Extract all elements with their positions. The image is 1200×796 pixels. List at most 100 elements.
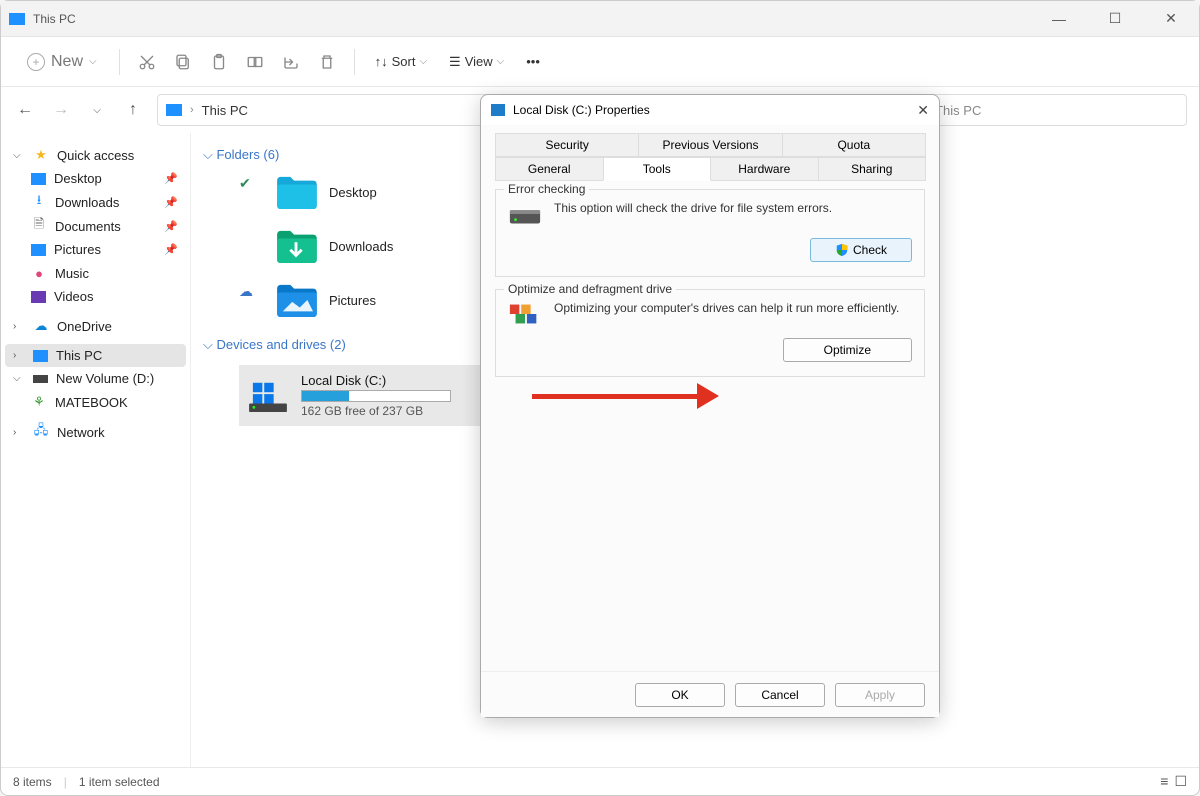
rename-icon[interactable] <box>240 47 270 77</box>
this-pc-icon <box>166 104 182 116</box>
up-button[interactable]: ↑ <box>121 101 145 119</box>
delete-icon[interactable] <box>312 47 342 77</box>
sidebar-new-volume[interactable]: ⌵New Volume (D:) <box>5 367 186 390</box>
new-label: New <box>51 53 83 71</box>
drive-icon <box>508 200 542 228</box>
cancel-button[interactable]: Cancel <box>735 683 825 707</box>
shield-icon <box>835 243 849 257</box>
apply-button[interactable]: Apply <box>835 683 925 707</box>
sidebar-network[interactable]: ›🖧Network <box>5 420 186 444</box>
phone-icon: ⚘ <box>31 394 47 410</box>
folder-icon <box>275 283 317 317</box>
thumbnails-view-icon[interactable]: ☐ <box>1174 773 1187 790</box>
folder-icon <box>275 229 317 263</box>
optimize-legend: Optimize and defragment drive <box>504 282 676 296</box>
dialog-titlebar: Local Disk (C:) Properties ✕ <box>481 95 939 125</box>
sidebar: ⌵ ★ Quick access Desktop📌 ⭳Downloads📌 🗎D… <box>1 133 191 767</box>
ok-button[interactable]: OK <box>635 683 725 707</box>
drive-icon <box>491 104 505 116</box>
close-button[interactable]: ✕ <box>1151 5 1191 33</box>
status-item-count: 8 items <box>13 775 52 789</box>
network-icon: 🖧 <box>33 424 49 440</box>
toolbar: + New ⌵ ↑↓ Sort ⌵ ☰ View ⌵ ••• <box>1 37 1199 87</box>
cloud-sync-icon: ☁ <box>239 283 257 317</box>
star-icon: ★ <box>33 147 49 163</box>
chevron-right-icon: › <box>13 350 25 361</box>
tab-hardware[interactable]: Hardware <box>710 157 819 181</box>
search-input[interactable]: ch This PC <box>907 94 1187 126</box>
chevron-right-icon: › <box>13 321 25 332</box>
sidebar-item-videos[interactable]: Videos <box>23 285 186 308</box>
view-icon: ☰ <box>449 54 461 70</box>
cloud-icon: ☁ <box>33 318 49 334</box>
sidebar-item-pictures[interactable]: Pictures📌 <box>23 238 186 261</box>
chevron-right-icon: › <box>13 427 25 438</box>
dialog-footer: OK Cancel Apply <box>481 671 939 717</box>
new-button[interactable]: + New ⌵ <box>17 49 107 75</box>
this-pc-icon <box>33 350 48 362</box>
optimize-text: Optimizing your computer's drives can he… <box>554 300 899 317</box>
drive-icon <box>247 379 289 413</box>
folder-downloads[interactable]: Downloads <box>275 229 393 263</box>
drive-local-disk-c[interactable]: Local Disk (C:) 162 GB free of 237 GB <box>239 365 519 426</box>
chevron-down-icon: ⌵ <box>13 150 25 161</box>
tab-general[interactable]: General <box>495 157 604 181</box>
paste-icon[interactable] <box>204 47 234 77</box>
copy-icon[interactable] <box>168 47 198 77</box>
tab-quota[interactable]: Quota <box>782 133 926 157</box>
sidebar-quick-access[interactable]: ⌵ ★ Quick access <box>5 143 186 167</box>
error-checking-group: Error checking This option will check th… <box>495 189 925 277</box>
titlebar: This PC — ☐ ✕ <box>1 1 1199 37</box>
desktop-icon <box>31 173 46 185</box>
status-selected: 1 item selected <box>79 775 160 789</box>
properties-dialog: Local Disk (C:) Properties ✕ Security Pr… <box>480 94 940 718</box>
sidebar-onedrive[interactable]: ›☁OneDrive <box>5 314 186 338</box>
pin-icon: 📌 <box>164 243 178 256</box>
back-button[interactable]: ← <box>13 101 37 119</box>
separator <box>119 49 120 75</box>
forward-button[interactable]: → <box>49 101 73 119</box>
checkmark-icon: ✔ <box>239 175 257 209</box>
tab-previous-versions[interactable]: Previous Versions <box>638 133 782 157</box>
cut-icon[interactable] <box>132 47 162 77</box>
error-checking-text: This option will check the drive for fil… <box>554 200 832 217</box>
status-bar: 8 items | 1 item selected ≡ ☐ <box>1 767 1199 795</box>
pin-icon: 📌 <box>164 196 178 209</box>
plus-icon: + <box>27 53 45 71</box>
chevron-down-icon: ⌵ <box>89 56 97 67</box>
folder-icon <box>275 175 317 209</box>
disk-usage-bar <box>301 390 451 402</box>
more-button[interactable]: ••• <box>518 50 548 73</box>
disk-name: Local Disk (C:) <box>301 373 451 388</box>
share-icon[interactable] <box>276 47 306 77</box>
tab-security[interactable]: Security <box>495 133 639 157</box>
sidebar-this-pc[interactable]: ›This PC <box>5 344 186 367</box>
folder-pictures[interactable]: Pictures <box>275 283 376 317</box>
folder-desktop[interactable]: Desktop <box>275 175 377 209</box>
videos-icon <box>31 291 46 303</box>
maximize-button[interactable]: ☐ <box>1095 5 1135 33</box>
tab-tools[interactable]: Tools <box>603 157 712 181</box>
drive-icon <box>33 375 48 383</box>
sidebar-item-documents[interactable]: 🗎Documents📌 <box>23 214 186 238</box>
details-view-icon[interactable]: ≡ <box>1160 773 1168 790</box>
this-pc-icon <box>9 13 25 25</box>
sort-icon: ↑↓ <box>375 54 388 69</box>
tab-sharing[interactable]: Sharing <box>818 157 927 181</box>
disk-free-text: 162 GB free of 237 GB <box>301 404 451 418</box>
sort-button[interactable]: ↑↓ Sort ⌵ <box>367 50 435 73</box>
chevron-down-icon: ⌵ <box>497 56 505 67</box>
pictures-icon <box>31 244 46 256</box>
recent-dropdown[interactable]: ⌵ <box>85 105 109 116</box>
sidebar-item-downloads[interactable]: ⭳Downloads📌 <box>23 190 186 214</box>
minimize-button[interactable]: — <box>1039 5 1079 33</box>
dialog-close-button[interactable]: ✕ <box>917 102 929 119</box>
pin-icon: 📌 <box>164 172 178 185</box>
sidebar-item-music[interactable]: ●Music <box>23 261 186 285</box>
chevron-down-icon: ⌵ <box>13 373 25 384</box>
check-button[interactable]: Check <box>810 238 912 262</box>
sidebar-matebook[interactable]: ⚘MATEBOOK <box>23 390 186 414</box>
sidebar-item-desktop[interactable]: Desktop📌 <box>23 167 186 190</box>
optimize-button[interactable]: Optimize <box>783 338 912 362</box>
view-button[interactable]: ☰ View ⌵ <box>441 50 512 74</box>
